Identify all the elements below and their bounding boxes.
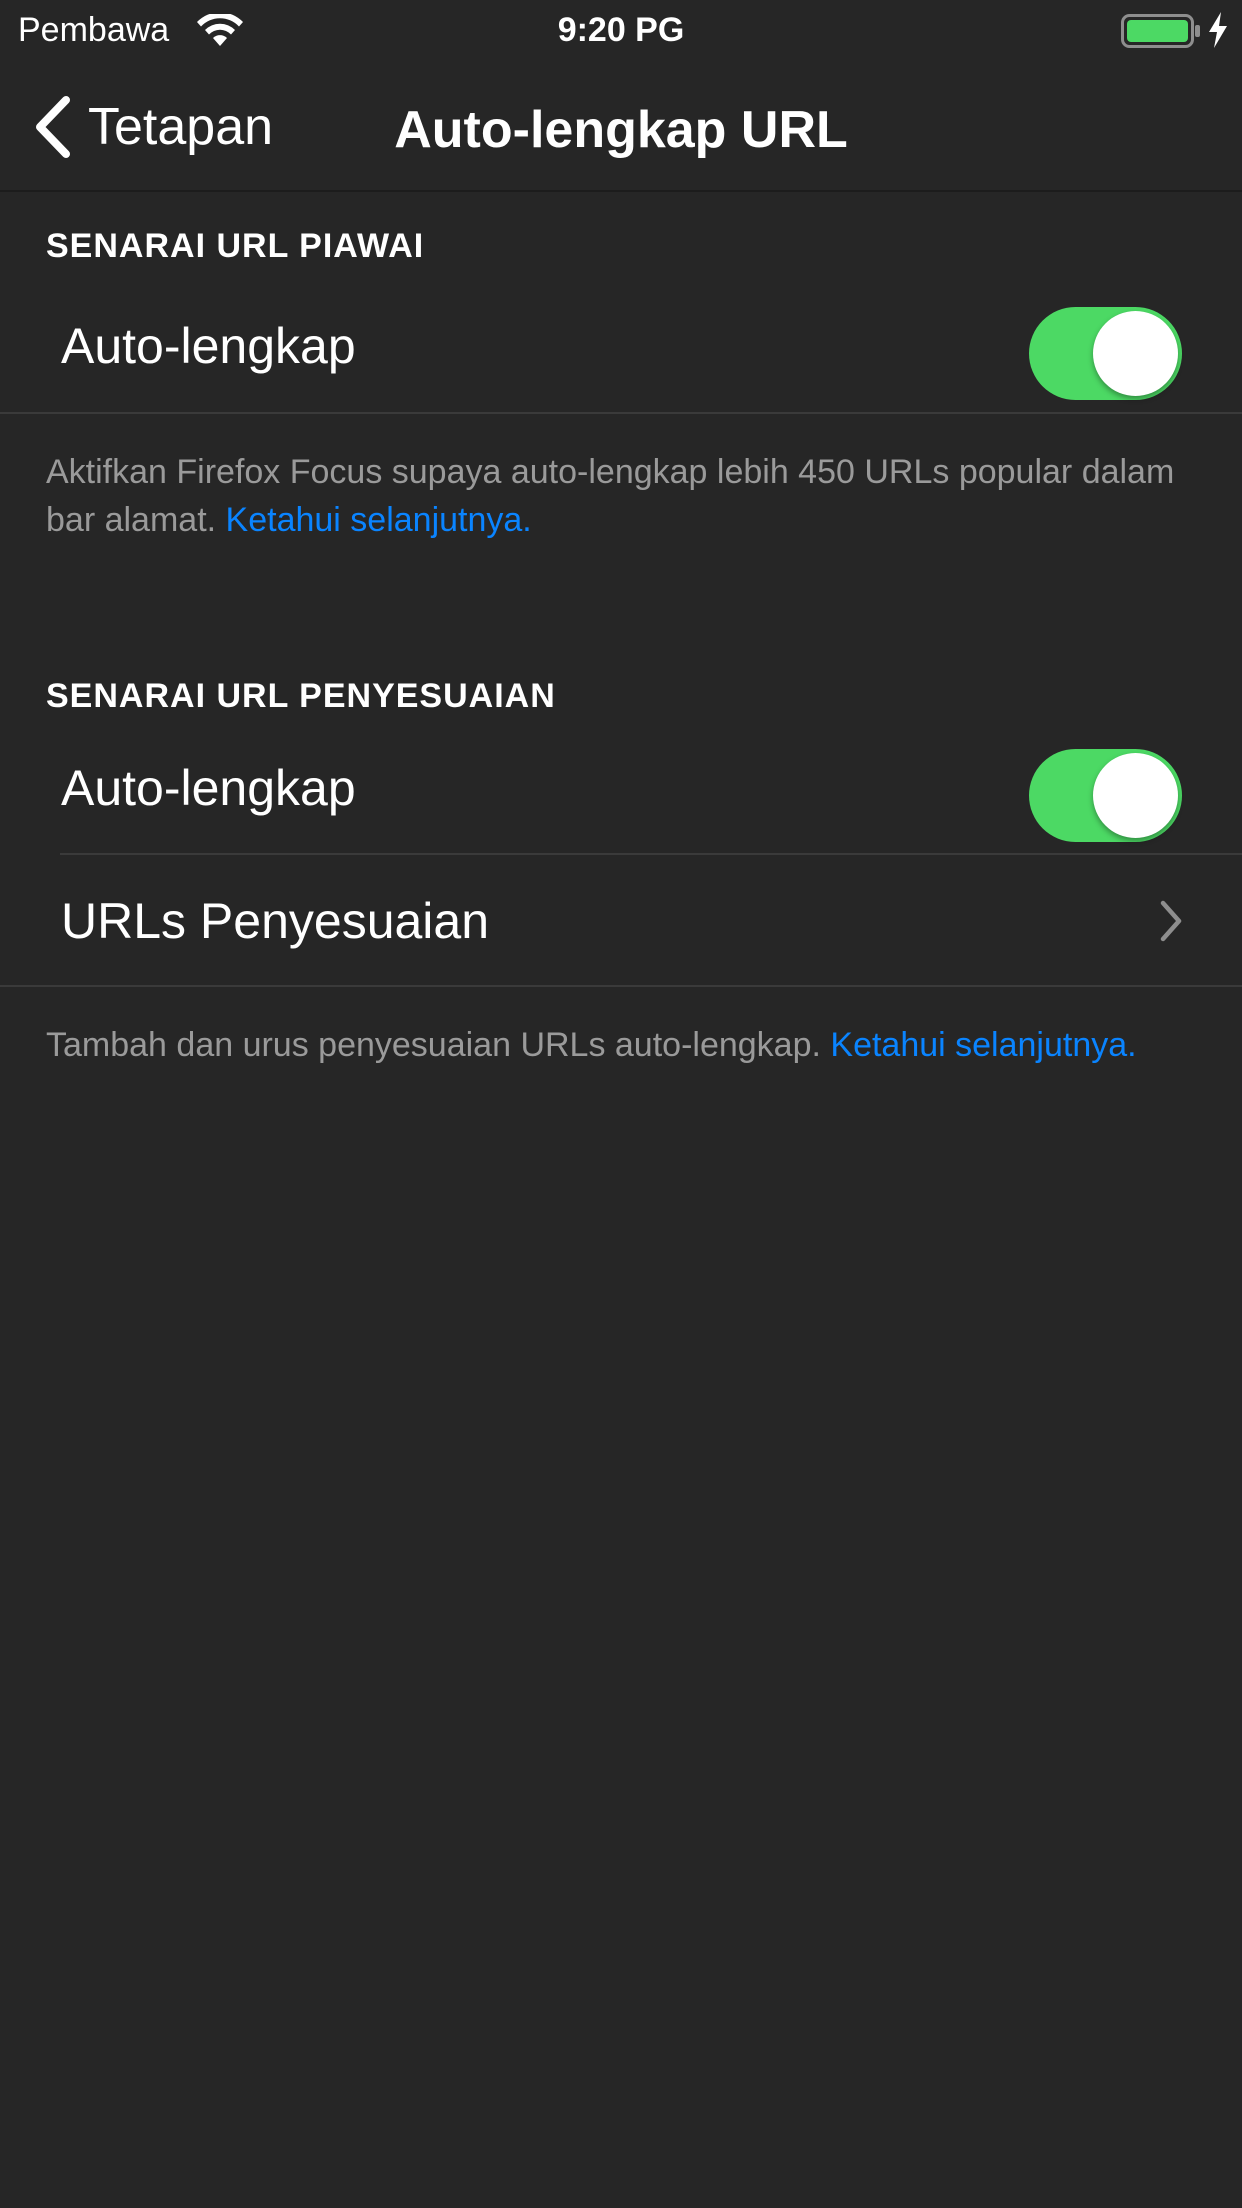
default-autocomplete-toggle[interactable] (1029, 307, 1182, 400)
custom-urls-row[interactable]: URLs Penyesuaian (0, 855, 1242, 987)
charging-bolt-icon (1209, 12, 1227, 48)
default-autocomplete-row: Auto-lengkap (0, 280, 1242, 412)
default-footer: Aktifkan Firefox Focus supaya auto-lengk… (46, 448, 1206, 544)
chevron-right-icon (1160, 900, 1182, 942)
custom-footer-text: Tambah dan urus penyesuaian URLs auto-le… (46, 1026, 831, 1064)
default-learn-more-link[interactable]: Ketahui selanjutnya. (226, 501, 532, 539)
page-title: Auto-lengkap URL (394, 101, 848, 159)
custom-learn-more-link[interactable]: Ketahui selanjutnya. (830, 1026, 1136, 1064)
battery-icon (1121, 14, 1200, 48)
navigation-bar: Tetapan Auto-lengkap URL (0, 60, 1242, 192)
custom-autocomplete-row: Auto-lengkap (0, 722, 1242, 854)
default-footer-text: Aktifkan Firefox Focus supaya auto-lengk… (46, 453, 1175, 539)
divider (0, 985, 1242, 987)
default-autocomplete-label: Auto-lengkap (61, 318, 356, 374)
divider (0, 412, 1242, 414)
custom-urls-label: URLs Penyesuaian (61, 893, 490, 949)
toggle-knob (1093, 753, 1178, 838)
section-header-custom: SENARAI URL PENYESUAIAN (46, 677, 556, 715)
section-header-default: SENARAI URL PIAWAI (46, 227, 425, 265)
status-bar: Pembawa 9:20 PG (0, 0, 1242, 60)
toggle-knob (1093, 311, 1178, 396)
custom-autocomplete-label: Auto-lengkap (61, 760, 356, 816)
custom-footer: Tambah dan urus penyesuaian URLs auto-le… (46, 1021, 1206, 1069)
status-time: 9:20 PG (557, 11, 685, 49)
custom-autocomplete-toggle[interactable] (1029, 749, 1182, 842)
